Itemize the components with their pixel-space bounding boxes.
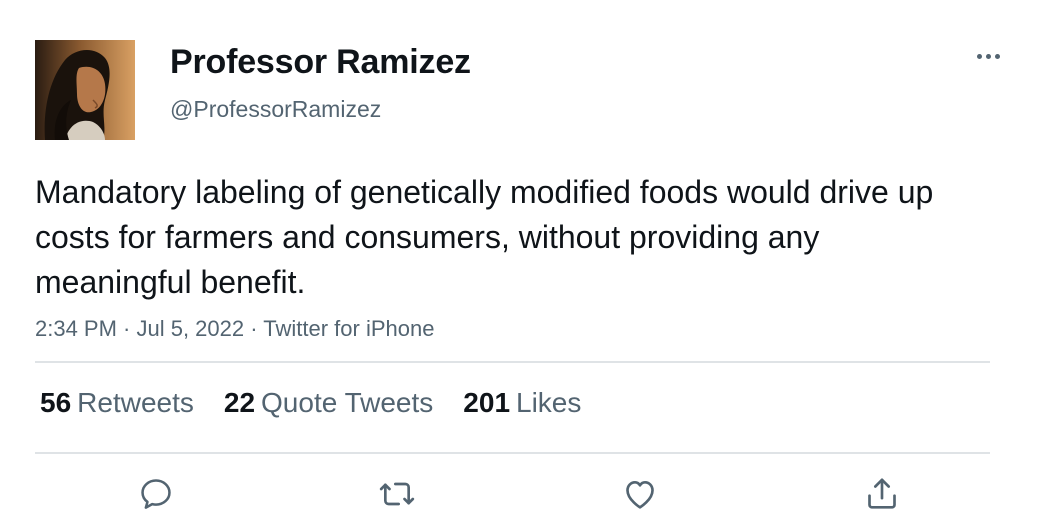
- display-name[interactable]: Professor Ramizez: [170, 43, 471, 82]
- reply-button[interactable]: [134, 472, 178, 516]
- avatar-image: [35, 40, 135, 140]
- divider: [35, 361, 990, 363]
- quote-tweets-stat[interactable]: 22 Quote Tweets: [224, 387, 433, 419]
- divider: [35, 452, 990, 454]
- tweet-card: Professor Ramizez @ProfessorRamizez Mand…: [0, 0, 1050, 525]
- retweet-button[interactable]: [375, 472, 419, 516]
- dot: [994, 53, 1000, 59]
- retweets-count: 56: [40, 387, 72, 418]
- retweets-stat[interactable]: 56 Retweets: [40, 387, 194, 419]
- avatar[interactable]: [35, 40, 135, 140]
- heart-icon: [626, 481, 654, 509]
- likes-label: Likes: [516, 387, 582, 418]
- dot: [976, 53, 982, 59]
- like-button[interactable]: [618, 472, 662, 516]
- share-button[interactable]: [860, 472, 904, 516]
- likes-stat[interactable]: 201 Likes: [463, 387, 581, 419]
- quote-tweets-label: Quote Tweets: [261, 387, 434, 418]
- tweet-text: Mandatory labeling of genetically modifi…: [35, 174, 934, 300]
- likes-count: 201: [463, 387, 511, 418]
- retweets-label: Retweets: [77, 387, 194, 418]
- quote-tweets-count: 22: [223, 387, 256, 418]
- share-icon: [868, 478, 896, 509]
- user-handle[interactable]: @ProfessorRamizez: [170, 96, 381, 123]
- tweet-meta[interactable]: 2:34 PM · Jul 5, 2022 · Twitter for iPho…: [35, 316, 434, 342]
- dot: [985, 53, 991, 59]
- reply-icon: [141, 479, 171, 509]
- retweet-icon: [379, 482, 415, 506]
- more-options-icon[interactable]: [966, 42, 1010, 70]
- engagement-stats: 56 Retweets 22 Quote Tweets 201 Likes: [40, 387, 581, 419]
